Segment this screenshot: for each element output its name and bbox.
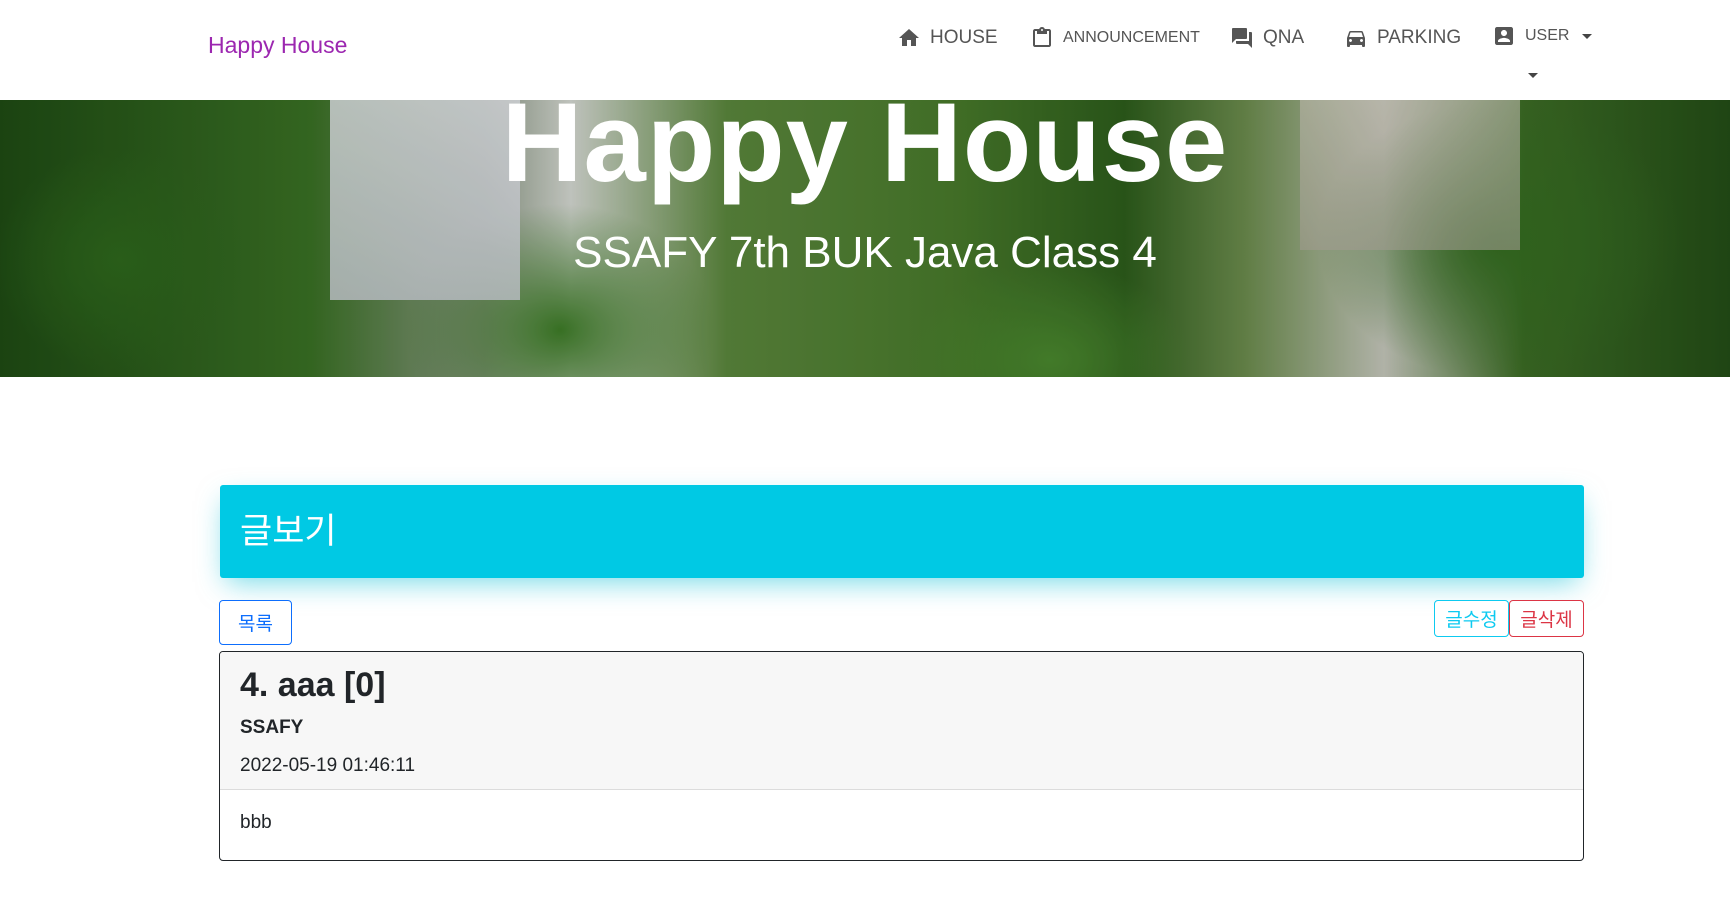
nav-item-label: PARKING [1377, 27, 1462, 48]
edit-post-button[interactable]: 글수정 [1434, 600, 1509, 637]
page-title: 글보기 [220, 485, 1584, 578]
nav-item-label: HOUSE [930, 27, 998, 48]
car-icon [1347, 31, 1365, 47]
caret-down-icon [1582, 33, 1593, 39]
nav-item-user-dropdown[interactable]: USER [1492, 20, 1593, 52]
hero-subtitle: SSAFY 7th BUK Java Class 4 [573, 228, 1157, 277]
post-title: 4. aaa [0] [240, 666, 386, 704]
nav-item-parking[interactable]: PARKING [1344, 22, 1461, 54]
brand-link[interactable]: Happy House [208, 32, 347, 59]
account-box-icon [1495, 27, 1513, 45]
nav-item-qna[interactable]: QNA [1230, 22, 1304, 54]
nav-item-label: ANNOUNCEMENT [1063, 29, 1200, 46]
hero-title: Happy House [501, 100, 1229, 205]
post-header: 4. aaa [0] SSAFY 2022-05-19 01:46:11 [220, 652, 1583, 790]
chat-icon [1232, 28, 1252, 48]
post-author: SSAFY [240, 717, 304, 738]
caret-down-icon[interactable] [1528, 73, 1538, 78]
home-icon [899, 29, 919, 46]
hero-banner: Happy House SSAFY 7th BUK Java Class 4 [0, 100, 1730, 377]
clipboard-icon [1033, 27, 1051, 47]
delete-post-button[interactable]: 글삭제 [1509, 600, 1584, 637]
post-date: 2022-05-19 01:46:11 [240, 755, 416, 776]
nav-item-label: USER [1525, 27, 1570, 44]
list-button[interactable]: 목록 [219, 600, 292, 645]
post-card: 4. aaa [0] SSAFY 2022-05-19 01:46:11 bbb [219, 651, 1584, 861]
nav-item-announcement[interactable]: ANNOUNCEMENT [1030, 22, 1200, 54]
nav-item-label: QNA [1263, 27, 1305, 48]
top-navbar: Happy House HOUSE ANNOUNCEMENT QNA PARKI… [0, 0, 1730, 100]
nav-item-house[interactable]: HOUSE [897, 22, 998, 54]
post-content: bbb [240, 812, 272, 833]
